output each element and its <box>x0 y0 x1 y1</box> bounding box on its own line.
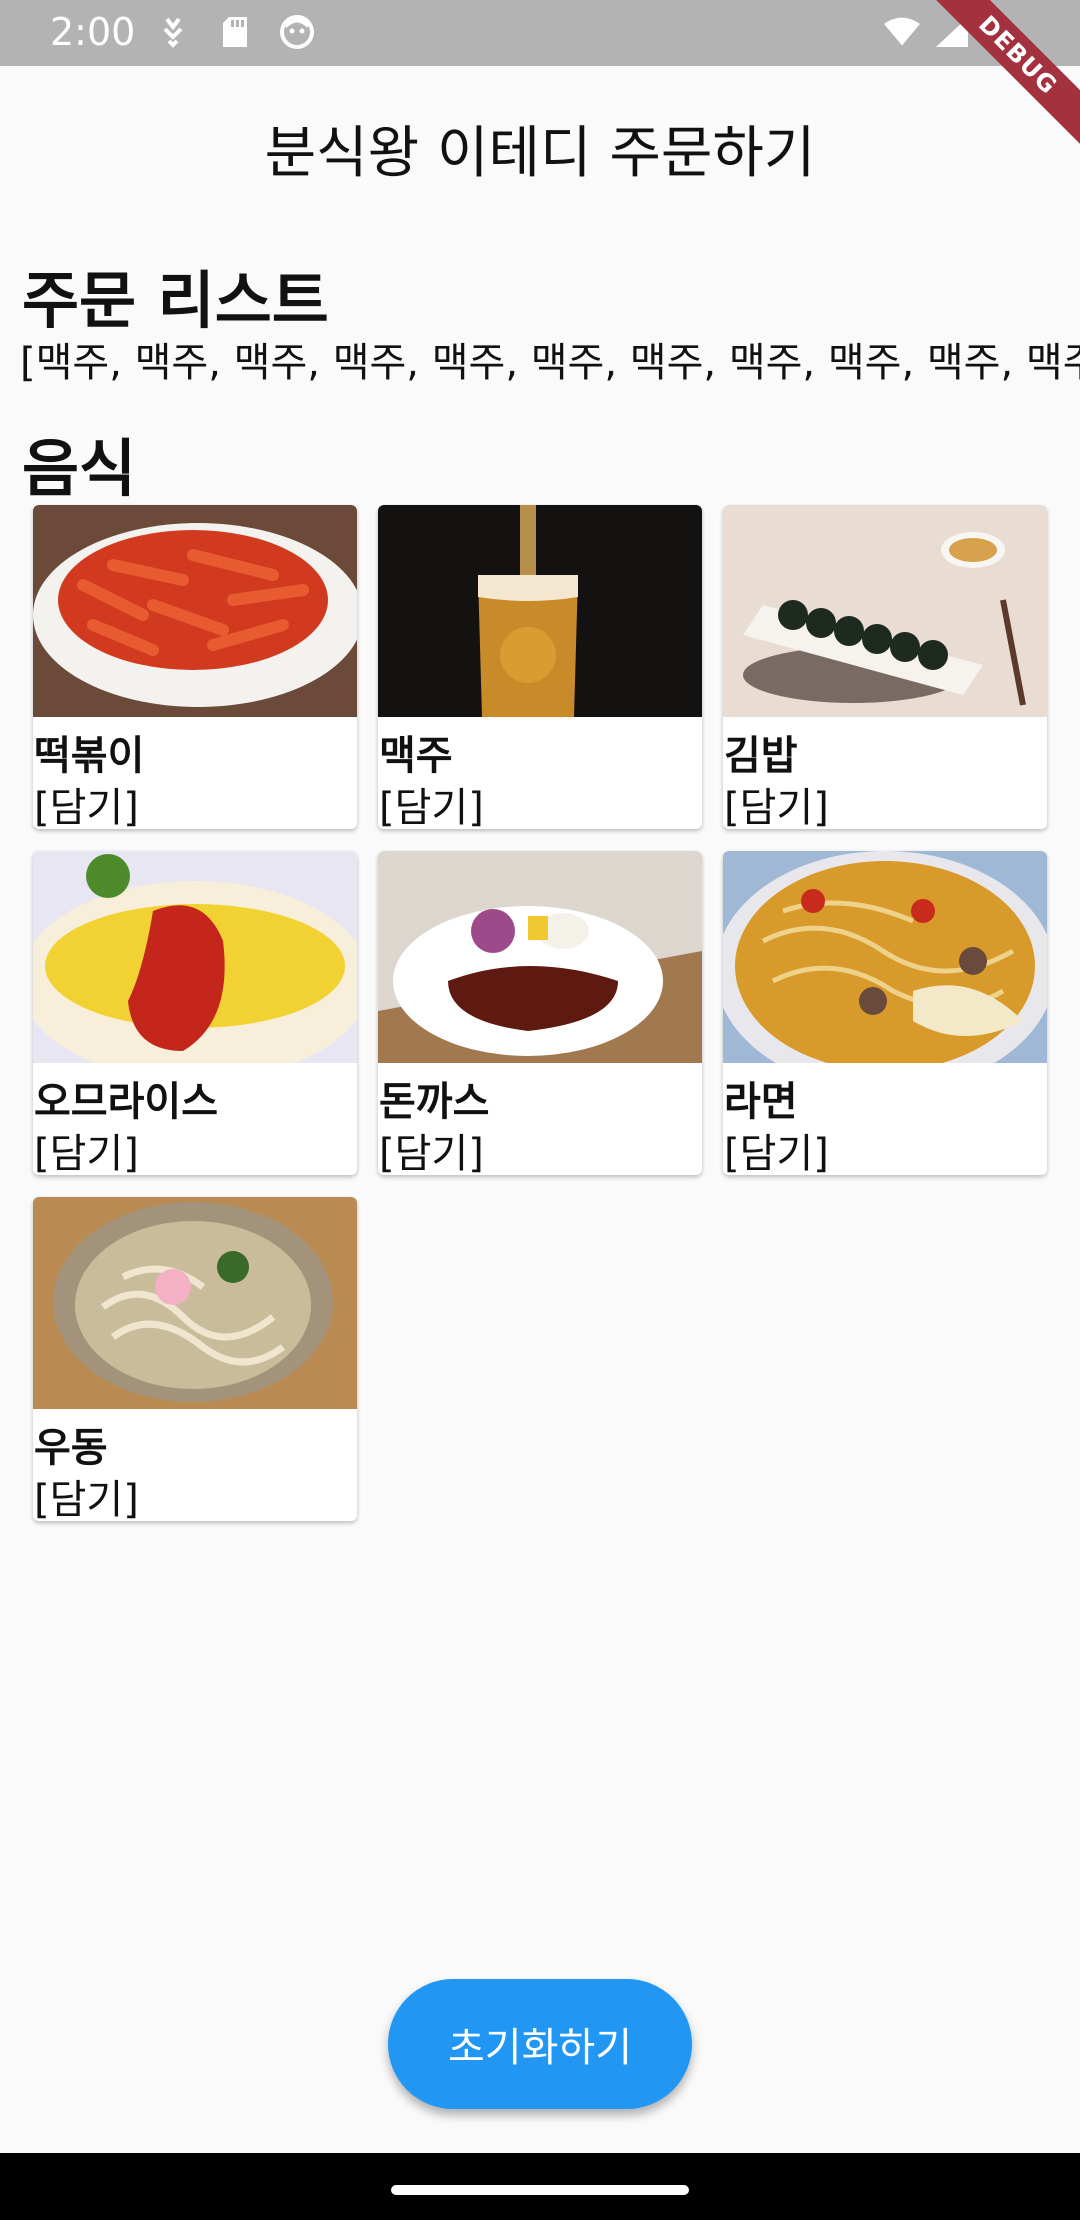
food-grid: 떡볶이 [담기] 맥주 [담기] 김밥 [담기] 오므라이스 [담기] 돈까스 … <box>0 0 1080 2220</box>
udon-image <box>33 1197 357 1409</box>
add-to-order-button[interactable]: [담기] <box>379 775 484 829</box>
food-card-tteokbokki[interactable]: 떡볶이 [담기] <box>33 505 357 829</box>
food-card-ramen[interactable]: 라면 [담기] <box>723 851 1047 1175</box>
food-name: 떡볶이 <box>34 733 145 779</box>
food-card-omurice[interactable]: 오므라이스 [담기] <box>33 851 357 1175</box>
food-name: 돈까스 <box>379 1079 490 1125</box>
food-card-udon[interactable]: 우동 [담기] <box>33 1197 357 1521</box>
food-card-beer[interactable]: 맥주 [담기] <box>378 505 702 829</box>
beer-image <box>378 505 702 717</box>
food-name: 맥주 <box>379 733 453 779</box>
ramen-image <box>723 851 1047 1063</box>
food-name: 라면 <box>724 1079 798 1125</box>
food-name: 오므라이스 <box>34 1079 218 1125</box>
reset-button[interactable]: 초기화하기 <box>388 1979 692 2109</box>
food-name: 우동 <box>34 1425 108 1471</box>
add-to-order-button[interactable]: [담기] <box>379 1121 484 1175</box>
add-to-order-button[interactable]: [담기] <box>34 775 139 829</box>
gimbap-image <box>723 505 1047 717</box>
omurice-image <box>33 851 357 1063</box>
add-to-order-button[interactable]: [담기] <box>34 1121 139 1175</box>
add-to-order-button[interactable]: [담기] <box>724 775 829 829</box>
food-name: 김밥 <box>724 733 798 779</box>
add-to-order-button[interactable]: [담기] <box>34 1467 139 1521</box>
food-card-donkatsu[interactable]: 돈까스 [담기] <box>378 851 702 1175</box>
tteokbokki-image <box>33 505 357 717</box>
food-card-gimbap[interactable]: 김밥 [담기] <box>723 505 1047 829</box>
add-to-order-button[interactable]: [담기] <box>724 1121 829 1175</box>
home-handle[interactable] <box>391 2185 689 2195</box>
donkatsu-image <box>378 851 702 1063</box>
